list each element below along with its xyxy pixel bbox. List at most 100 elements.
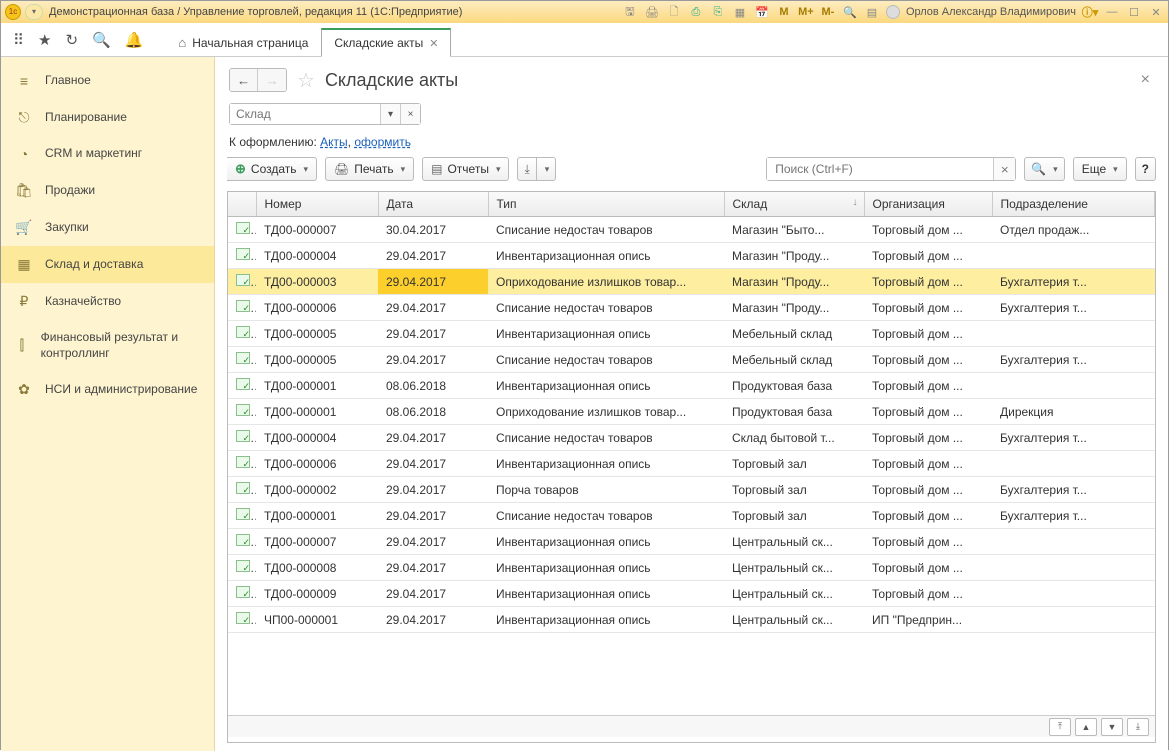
table-row[interactable]: ТД00-00000629.04.2017Инвентаризационная … [228,451,1155,477]
list-icon[interactable]: ▤ [864,4,880,20]
grid-icon[interactable]: ▦ [732,4,748,20]
memory-m-minus[interactable]: M- [820,4,836,20]
table-row[interactable]: ТД00-00000429.04.2017Инвентаризационная … [228,243,1155,269]
export-icon: ⤓ [524,162,529,177]
help-button[interactable]: ? [1135,157,1156,181]
table-row[interactable]: ЧП00-00000129.04.2017Инвентаризационная … [228,607,1155,633]
calc-add-icon[interactable]: ⎙ [688,4,704,20]
window-titlebar: 1c ▾ Демонстрационная база / Управление … [1,1,1168,23]
table-row[interactable]: ТД00-00000529.04.2017Инвентаризационная … [228,321,1155,347]
search-clear[interactable]: × [993,158,1015,180]
export-dropdown[interactable]: ▾ [537,157,557,181]
doc-status-icon [236,378,250,390]
table-row[interactable]: ТД00-00000129.04.2017Списание недостач т… [228,503,1155,529]
tab-close-icon[interactable]: ✕ [429,37,438,50]
tab-warehouse-acts[interactable]: Складские акты ✕ [321,28,451,57]
table-row[interactable]: ТД00-00000529.04.2017Списание недостач т… [228,347,1155,373]
search-input[interactable] [767,158,993,180]
nav-up-button[interactable]: ▲ [1075,718,1097,736]
sidebar-item-3[interactable]: 🛍Продажи [1,172,214,209]
doc-status-icon [236,274,250,286]
favorite-page-icon[interactable]: ☆ [297,68,315,93]
col-date[interactable]: Дата [378,192,488,217]
bell-icon[interactable]: 🔔 [125,31,144,49]
sidebar-item-8[interactable]: ✿НСИ и администрирование [1,371,214,408]
close-window-button[interactable]: ✕ [1148,4,1164,20]
col-number[interactable]: Номер [256,192,378,217]
sidebar-icon: ▦ [15,256,33,273]
col-type[interactable]: Тип [488,192,724,217]
zoom-icon[interactable]: 🔍 [842,4,858,20]
table-row[interactable]: ТД00-00000108.06.2018Инвентаризационная … [228,373,1155,399]
search-nav-icon[interactable]: 🔍 [92,31,111,49]
preview-icon[interactable]: 🗋 [666,4,682,20]
nav-first-button[interactable]: ⤒ [1049,718,1071,736]
plus-icon: ⊕ [235,161,246,177]
table-row[interactable]: ТД00-00000929.04.2017Инвентаризационная … [228,581,1155,607]
sidebar-icon: ≡ [15,73,33,89]
export-button[interactable]: ⤓ [517,157,536,181]
doc-status-icon [236,430,250,442]
question-icon: ? [1142,162,1149,176]
nav-last-button[interactable]: ⤓ [1127,718,1149,736]
table-row[interactable]: ТД00-00000429.04.2017Списание недостач т… [228,425,1155,451]
col-org[interactable]: Организация [864,192,992,217]
sidebar-item-4[interactable]: 🛒Закупки [1,209,214,246]
table-row[interactable]: ТД00-00000229.04.2017Порча товаровТоргов… [228,477,1155,503]
sidebar-item-6[interactable]: ₽Казначейство [1,283,214,320]
calc-del-icon[interactable]: ⎘ [710,4,726,20]
tab-home[interactable]: ⌂ Начальная страница [165,28,321,56]
sidebar-item-0[interactable]: ≡Главное [1,63,214,99]
find-button[interactable]: 🔍▾ [1024,157,1064,181]
history-icon[interactable]: ↻ [65,31,78,49]
apps-icon[interactable]: ⠿ [13,31,24,49]
col-icon[interactable] [228,192,256,217]
page-title: Складские акты [325,70,458,91]
info-icon[interactable]: ⓘ▾ [1082,4,1098,20]
maximize-button[interactable]: ☐ [1126,4,1142,20]
warehouse-filter-input[interactable] [230,104,380,124]
link-create[interactable]: оформить [354,135,411,149]
sidebar-label: CRM и маркетинг [45,146,142,162]
window-title: Демонстрационная база / Управление торго… [49,6,462,18]
sidebar-item-1[interactable]: ⎋Планирование [1,99,214,136]
create-button[interactable]: ⊕Создать▾ [227,157,317,181]
pending-row: К оформлению: Акты, оформить [215,129,1168,151]
table-row[interactable]: ТД00-00000108.06.2018Оприходование излиш… [228,399,1155,425]
save-icon[interactable]: 🖫 [622,4,638,20]
favorite-icon[interactable]: ★ [38,31,51,49]
link-acts[interactable]: Акты [320,135,348,149]
sidebar-item-7[interactable]: ⫿Финансовый результат и контроллинг [1,320,214,371]
table-row[interactable]: ТД00-00000329.04.2017Оприходование излиш… [228,269,1155,295]
sidebar-icon: ✿ [15,381,33,398]
more-button[interactable]: Еще▾ [1073,157,1127,181]
nav-down-button[interactable]: ▼ [1101,718,1123,736]
calendar-icon[interactable]: 📅 [754,4,770,20]
close-page-button[interactable]: × [1137,67,1154,93]
doc-status-icon [236,222,250,234]
sidebar-label: Финансовый результат и контроллинг [41,330,200,361]
memory-m-plus[interactable]: M+ [798,4,814,20]
doc-status-icon [236,534,250,546]
sidebar-item-2[interactable]: ◔CRM и маркетинг [1,136,214,172]
table-row[interactable]: ТД00-00000829.04.2017Инвентаризационная … [228,555,1155,581]
nav-back-button[interactable]: ← [230,69,258,91]
print-icon[interactable]: 🖨 [644,4,660,20]
table-row[interactable]: ТД00-00000629.04.2017Списание недостач т… [228,295,1155,321]
warehouse-filter-dropdown[interactable]: ▾ [380,104,400,124]
table-row[interactable]: ТД00-00000729.04.2017Инвентаризационная … [228,529,1155,555]
minimize-button[interactable]: — [1104,4,1120,20]
col-warehouse[interactable]: Склад↓ [724,192,864,217]
app-menu-dropdown[interactable]: ▾ [25,4,43,20]
warehouse-filter-clear[interactable]: × [400,104,420,124]
reports-button[interactable]: ▤Отчеты▾ [422,157,509,181]
nav-forward-button[interactable]: → [258,69,286,91]
doc-status-icon [236,300,250,312]
table-row[interactable]: ТД00-00000730.04.2017Списание недостач т… [228,217,1155,243]
sidebar-icon: 🛒 [15,219,33,236]
memory-m[interactable]: M [776,4,792,20]
col-dep[interactable]: Подразделение [992,192,1155,217]
print-button[interactable]: 🖨Печать▾ [325,157,414,181]
sidebar-item-5[interactable]: ▦Склад и доставка [1,246,214,283]
user-name[interactable]: Орлов Александр Владимирович [906,4,1076,20]
